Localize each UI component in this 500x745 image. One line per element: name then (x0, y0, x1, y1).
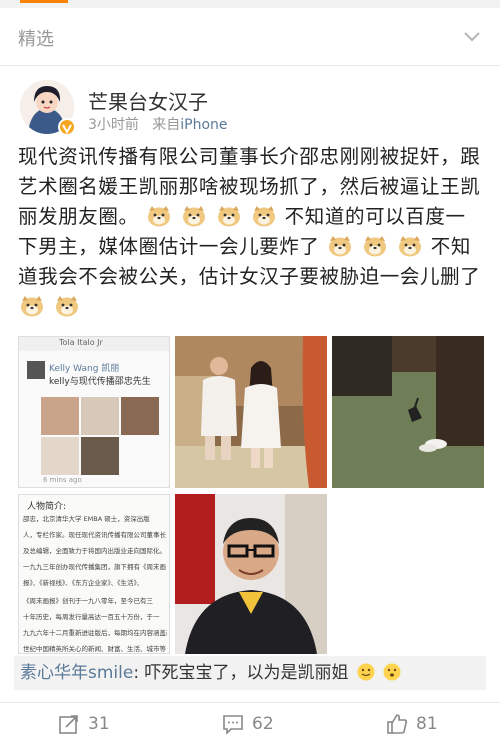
post-time: 3小时前 (88, 117, 139, 133)
bio-line: 人，专栏作家。现任现代资讯传播有限公司董事长 (23, 531, 166, 539)
doge-emoji-icon (329, 236, 352, 257)
post-meta: 3小时前 来自iPhone (88, 114, 228, 134)
post-text: 现代资讯传播有限公司董事长介邵忠刚刚被捉奸，跟艺术圈名媛王凯丽那啥被现场抓了，然… (18, 142, 484, 322)
comment-author[interactable]: 素心华年smile (20, 663, 133, 683)
post-header: 芒果台女汉子 3小时前 来自iPhone (0, 66, 500, 140)
action-bar: 31 62 81 (0, 702, 500, 745)
doge-emoji-icon (55, 296, 78, 317)
screenshot-caption: kelly与现代传播邵忠先生 (49, 377, 151, 387)
doge-emoji-icon (218, 206, 241, 227)
like-button[interactable]: 81 (332, 703, 498, 745)
bio-line: 及总编辑，全面致力于将国内出版业走向国际化。 (23, 547, 166, 555)
image-grid: Tola Italo Jr Kelly Wang 凯丽 kelly与现代传播邵忠… (18, 336, 484, 654)
top-strip (0, 0, 500, 8)
doge-emoji-icon (364, 236, 387, 257)
bio-line: 十年历史，每周发行量高达一百五十万份，于一 (23, 613, 160, 621)
doge-emoji-icon (398, 236, 421, 257)
section-header[interactable]: 精选 (0, 8, 500, 66)
username[interactable]: 芒果台女汉子 (88, 86, 208, 115)
doge-emoji-icon (148, 206, 171, 227)
screenshot-time: 6 mins ago (43, 476, 82, 484)
bio-line: 世纪中国精英所关心的新闻、财富、生活、城市等 (23, 645, 166, 653)
repost-button[interactable]: 31 (0, 703, 166, 745)
image-screenshot[interactable]: Tola Italo Jr Kelly Wang 凯丽 kelly与现代传播邵忠… (18, 336, 170, 488)
bio-line: 一九九三年创办现代传播集团，旗下拥有《周末画 (23, 563, 166, 571)
smiley-emoji-icon (357, 663, 375, 681)
source-link[interactable]: iPhone (180, 117, 227, 133)
image-couple-robes[interactable] (175, 336, 327, 488)
featured-comment[interactable]: 素心华年smile: 吓死宝宝了，以为是凯丽姐 (14, 656, 486, 690)
bio-heading: 人物简介: (27, 502, 67, 512)
doge-emoji-icon (183, 206, 206, 227)
source-prefix: 来自 (152, 117, 181, 133)
bio-line: 《周末画报》创刊于一九八零年，至今已有三 (23, 597, 153, 605)
verified-badge-icon (58, 118, 76, 136)
bio-line: 九九六年十二月重新进驻版后，每期均在内容涵盖新 (23, 629, 167, 637)
tab-indicator (20, 0, 68, 3)
thumbs-up-icon (387, 714, 408, 734)
bio-line: 报》、《新视线》、《东方企业家》、《生活》、 (23, 579, 144, 587)
comment-text: : 吓死宝宝了，以为是凯丽姐 (133, 663, 349, 683)
image-bio-text[interactable]: 人物简介: 邵忠，北京清华大学 EMBA 硕士，资深出版 人，专栏作家。现任现代… (18, 494, 170, 654)
doge-emoji-icon (252, 206, 275, 227)
image-portrait[interactable] (175, 494, 327, 654)
bio-line: 邵忠，北京清华大学 EMBA 硕士，资深出版 (23, 515, 150, 523)
comment-icon (223, 715, 243, 735)
repost-icon (59, 715, 78, 734)
smiley-emoji-icon (383, 663, 401, 681)
image-floor-slippers[interactable] (332, 336, 484, 488)
comment-count: 62 (252, 714, 274, 734)
section-title: 精选 (18, 29, 54, 50)
doge-emoji-icon (21, 296, 43, 317)
screenshot-app-header: Tola Italo Jr (59, 338, 103, 347)
chevron-down-icon[interactable] (462, 26, 482, 46)
comment-button[interactable]: 62 (166, 703, 332, 745)
like-count: 81 (416, 714, 438, 734)
screenshot-name: Kelly Wang 凯丽 (49, 364, 120, 374)
repost-count: 31 (88, 714, 110, 734)
